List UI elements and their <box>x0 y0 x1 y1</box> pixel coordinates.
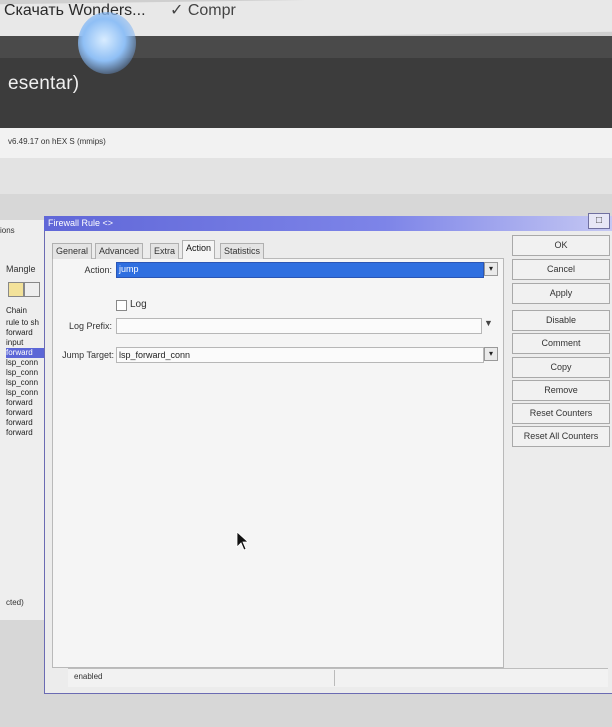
tab-statistics[interactable]: Statistics <box>220 243 265 259</box>
window-controls-icon[interactable]: □ <box>588 213 610 229</box>
filter-icon[interactable] <box>24 282 40 297</box>
rule-status: enabled <box>74 672 103 681</box>
reset-counters-button[interactable]: Reset Counters <box>512 403 610 424</box>
log-prefix-label: Log Prefix: <box>68 321 112 331</box>
tab-general[interactable]: General <box>52 243 93 259</box>
firewall-rule-titlebar[interactable] <box>44 216 612 231</box>
mangle-status: cted) <box>6 598 24 607</box>
router-version: v6.49.17 on hEX S (mmips) <box>8 137 106 146</box>
tab-advanced[interactable]: Advanced <box>95 243 144 259</box>
log-label: Log <box>130 299 147 310</box>
ok-button[interactable]: OK <box>512 235 610 256</box>
copy-button[interactable]: Copy <box>512 357 610 378</box>
status-divider <box>334 670 335 686</box>
mouse-cursor-icon <box>236 531 250 551</box>
log-prefix-input[interactable] <box>116 318 482 334</box>
cancel-button[interactable]: Cancel <box>512 259 610 280</box>
reset-all-counters-button[interactable]: Reset All Counters <box>512 426 610 447</box>
tab-extra[interactable]: Extra <box>150 243 180 259</box>
comment-button[interactable]: Comment <box>512 333 610 354</box>
jump-target-label: Jump Target: <box>62 350 114 360</box>
log-prefix-dropdown-icon[interactable]: ▼ <box>484 318 493 328</box>
action-label: Action: <box>84 265 112 275</box>
tab-action[interactable]: Action <box>182 240 216 259</box>
page-title: esentar) <box>8 73 80 94</box>
light-glare <box>78 12 136 74</box>
firewall-rule-title: Firewall Rule <> <box>48 218 114 228</box>
folder-icon[interactable] <box>8 282 24 297</box>
winbox-toolbar <box>0 158 612 195</box>
browser-tab-extra[interactable]: ✓ Compr <box>170 0 236 20</box>
remove-button[interactable]: Remove <box>512 380 610 401</box>
jump-target-dropdown-icon[interactable]: ▾ <box>484 347 498 361</box>
mangle-label: Mangle <box>6 264 36 274</box>
action-dropdown-icon[interactable]: ▾ <box>484 262 498 276</box>
apply-button[interactable]: Apply <box>512 283 610 304</box>
action-select[interactable] <box>116 262 484 278</box>
jump-target-value: lsp_forward_conn <box>119 350 191 360</box>
status-bar <box>68 668 608 687</box>
log-checkbox[interactable] <box>116 300 127 311</box>
action-value: jump <box>119 264 139 274</box>
mangle-window-tab[interactable]: ions <box>0 226 15 235</box>
disable-button[interactable]: Disable <box>512 310 610 331</box>
